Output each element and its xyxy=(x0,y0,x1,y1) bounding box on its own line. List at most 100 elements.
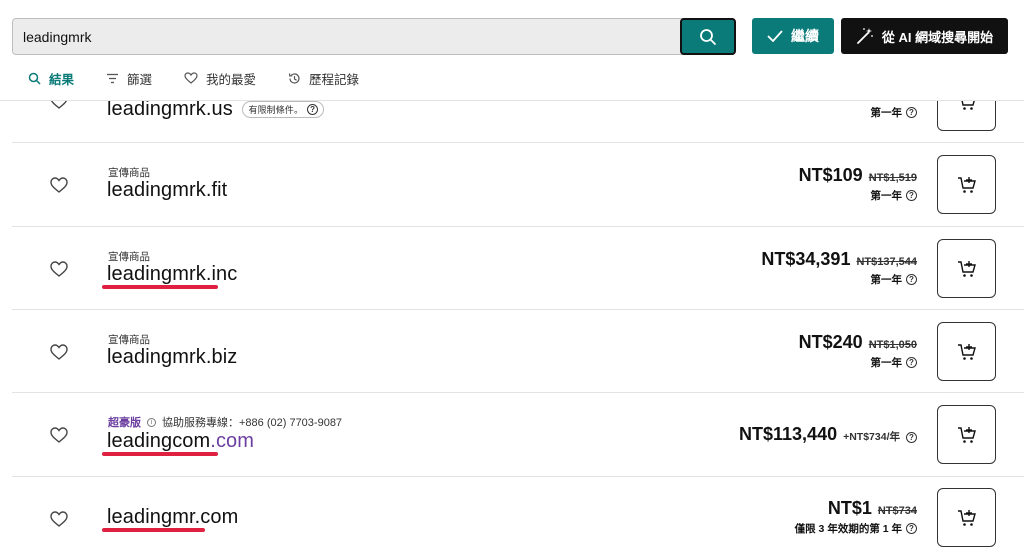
price-line: NT$34,391 NT$137,544 xyxy=(761,249,917,270)
tab-results[interactable]: 結果 xyxy=(28,69,74,88)
price-line: NT$240 NT$1,050 xyxy=(799,332,917,353)
term-text: 第一年 xyxy=(870,357,903,369)
heart-icon xyxy=(184,72,198,84)
search-box xyxy=(12,18,736,55)
favorite-heart-icon[interactable] xyxy=(50,511,68,527)
domain-name[interactable]: leadingmrk.us 有限制條件。? xyxy=(107,98,325,121)
cart-plus-icon xyxy=(957,426,976,443)
domain-name[interactable]: leadingmrk.inc xyxy=(107,263,237,286)
favorite-heart-icon[interactable] xyxy=(50,261,68,277)
domain-main: leadingcom xyxy=(107,430,211,452)
price-line: NT$1 NT$734 xyxy=(795,498,917,519)
price-line: NT$113,440 +NT$734/年 ? xyxy=(739,424,917,445)
tab-results-label: 結果 xyxy=(49,72,75,87)
original-price: NT$137,544 xyxy=(856,256,917,268)
price-area: NT$113,440 +NT$734/年 ? xyxy=(739,424,917,445)
tab-filter[interactable]: 篩選 xyxy=(106,69,152,88)
sale-price: NT$240 xyxy=(798,332,863,352)
ai-button-label: 從 AI 網域搜尋開始 xyxy=(881,29,994,45)
highlight-underline xyxy=(102,528,205,532)
domain-name[interactable]: leadingmrk.fit xyxy=(107,179,227,202)
restriction-text: 有限制條件。 xyxy=(248,105,304,116)
domain-text: leadingmrk.us xyxy=(107,98,233,120)
domain-name[interactable]: leadingmrk.biz xyxy=(107,346,237,369)
domain-name[interactable]: leadingcom.com xyxy=(107,430,254,453)
check-icon xyxy=(767,30,783,42)
sale-price: NT$34,391 xyxy=(761,249,851,269)
domain-tld: .com xyxy=(210,430,255,452)
cart-plus-icon xyxy=(957,509,976,526)
term-text: 第一年 xyxy=(870,107,903,119)
premium-info: 超豪版 i 協助服務專線：+886 (02) 7703-9087 xyxy=(108,414,342,430)
promo-label: 宣傳商品 xyxy=(108,251,150,263)
continue-button[interactable]: 繼續 xyxy=(752,18,834,54)
magic-wand-icon xyxy=(856,28,873,44)
add-to-cart-button[interactable] xyxy=(937,155,996,214)
highlight-underline xyxy=(102,452,218,456)
original-price: NT$1,050 xyxy=(868,339,917,351)
price-area: NT$109 NT$1,519 第一年? xyxy=(799,165,917,203)
price-term: 第一年? xyxy=(799,355,917,370)
highlight-underline xyxy=(102,285,218,289)
price-area: NT$1 NT$734 僅限 3 年效期的第 1 年? xyxy=(795,498,917,536)
add-to-cart-button[interactable] xyxy=(937,405,996,464)
filter-icon xyxy=(107,73,119,83)
price-term: 僅限 3 年效期的第 1 年? xyxy=(795,521,917,536)
promo-label: 宣傳商品 xyxy=(108,167,150,179)
favorite-heart-icon[interactable] xyxy=(50,177,68,193)
cart-plus-icon xyxy=(957,343,976,360)
search-input[interactable] xyxy=(23,19,673,54)
help-icon[interactable]: ? xyxy=(906,432,917,443)
help-icon[interactable]: ? xyxy=(906,357,917,368)
add-to-cart-button[interactable] xyxy=(937,239,996,298)
search-header: 繼續 從 AI 網域搜尋開始 結果 篩選 我的最愛 歷程記錄 xyxy=(0,0,1024,101)
tab-favorites-label: 我的最愛 xyxy=(206,72,257,87)
price-area: NT$34,391 NT$137,544 第一年? xyxy=(761,249,917,287)
help-icon[interactable]: ? xyxy=(307,104,319,116)
premium-badge: 超豪版 xyxy=(108,417,141,429)
search-icon xyxy=(28,72,41,85)
help-icon[interactable]: ? xyxy=(906,190,917,201)
cart-plus-icon xyxy=(957,260,976,277)
restriction-badge[interactable]: 有限制條件。? xyxy=(242,101,325,119)
sale-price: NT$1 xyxy=(827,498,872,518)
original-price: NT$734 xyxy=(877,505,917,517)
continue-label: 繼續 xyxy=(791,28,819,44)
tab-filter-label: 篩選 xyxy=(127,72,153,87)
search-icon xyxy=(700,28,716,45)
price-term: 第一年? xyxy=(799,188,917,203)
price-term: 第一年? xyxy=(870,105,917,120)
help-icon[interactable]: ? xyxy=(906,523,917,534)
history-icon xyxy=(288,72,300,84)
price-area: NT$240 NT$1,050 第一年? xyxy=(799,332,917,370)
add-to-cart-button[interactable] xyxy=(937,322,996,381)
term-text: 第一年 xyxy=(870,274,903,286)
ai-domain-search-button[interactable]: 從 AI 網域搜尋開始 xyxy=(841,18,1008,54)
favorite-heart-icon[interactable] xyxy=(50,427,68,443)
domain-name[interactable]: leadingmr.com xyxy=(107,506,238,529)
result-row: 宣傳商品 leadingmrk.biz NT$240 NT$1,050 第一年? xyxy=(12,310,1024,393)
tab-favorites[interactable]: 我的最愛 xyxy=(184,69,256,88)
price-term: 第一年? xyxy=(761,272,917,287)
original-price: NT$1,519 xyxy=(868,172,917,184)
tab-history[interactable]: 歷程記錄 xyxy=(288,69,359,88)
info-icon[interactable]: i xyxy=(147,417,156,427)
cart-plus-icon xyxy=(957,176,976,193)
price-line: NT$109 NT$1,519 xyxy=(799,165,917,186)
price-area: 第一年? xyxy=(870,103,917,120)
promo-label: 宣傳商品 xyxy=(108,334,150,346)
renewal-price: +NT$734/年 xyxy=(843,431,900,443)
help-icon[interactable]: ? xyxy=(906,107,917,118)
favorite-heart-icon[interactable] xyxy=(50,344,68,360)
sale-price: NT$109 xyxy=(798,165,863,185)
search-button[interactable] xyxy=(680,18,736,55)
term-text: 僅限 3 年效期的第 1 年 xyxy=(794,523,902,535)
result-tabs: 結果 篩選 我的最愛 歷程記錄 xyxy=(28,68,391,88)
result-row: 宣傳商品 leadingmrk.inc NT$34,391 NT$137,544… xyxy=(12,227,1024,310)
sale-price: NT$113,440 xyxy=(739,424,838,444)
help-icon[interactable]: ? xyxy=(906,274,917,285)
support-hotline: 協助服務專線：+886 (02) 7703-9087 xyxy=(162,417,343,429)
result-row: 超豪版 i 協助服務專線：+886 (02) 7703-9087 leading… xyxy=(12,393,1024,477)
add-to-cart-button[interactable] xyxy=(937,488,996,547)
term-text: 第一年 xyxy=(870,190,903,202)
